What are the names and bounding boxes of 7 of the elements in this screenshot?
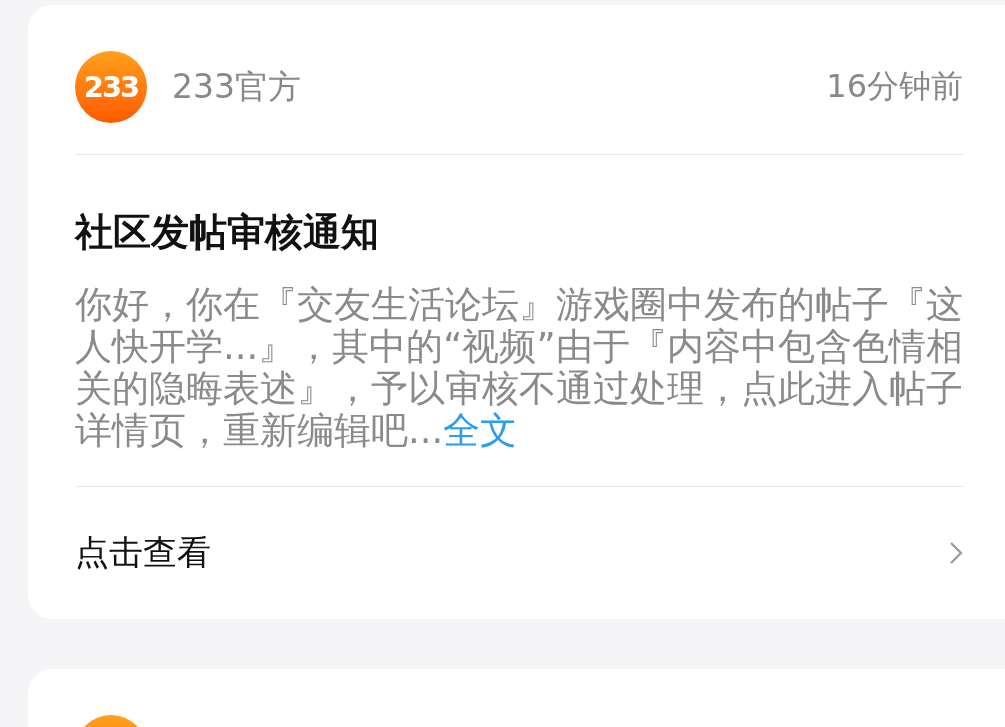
chevron-right-icon bbox=[949, 541, 963, 565]
timestamp: 16分钟前 bbox=[826, 66, 963, 107]
notice-title: 社区发帖审核通知 bbox=[75, 210, 380, 254]
notice-body: 你好，你在『交友生活论坛』游戏圈中发布的帖子『这人快开学...』，其中的“视频”由于『内容中包含色情相关的隐晦表述』，予以审核不通过处理，点此进入帖子详情页，重新编辑吧...全文 bbox=[75, 284, 963, 452]
logo-icon: 233 bbox=[75, 51, 147, 123]
view-details-row[interactable]: 点击查看 bbox=[75, 487, 963, 619]
sender-name: 233官方 bbox=[172, 65, 302, 108]
